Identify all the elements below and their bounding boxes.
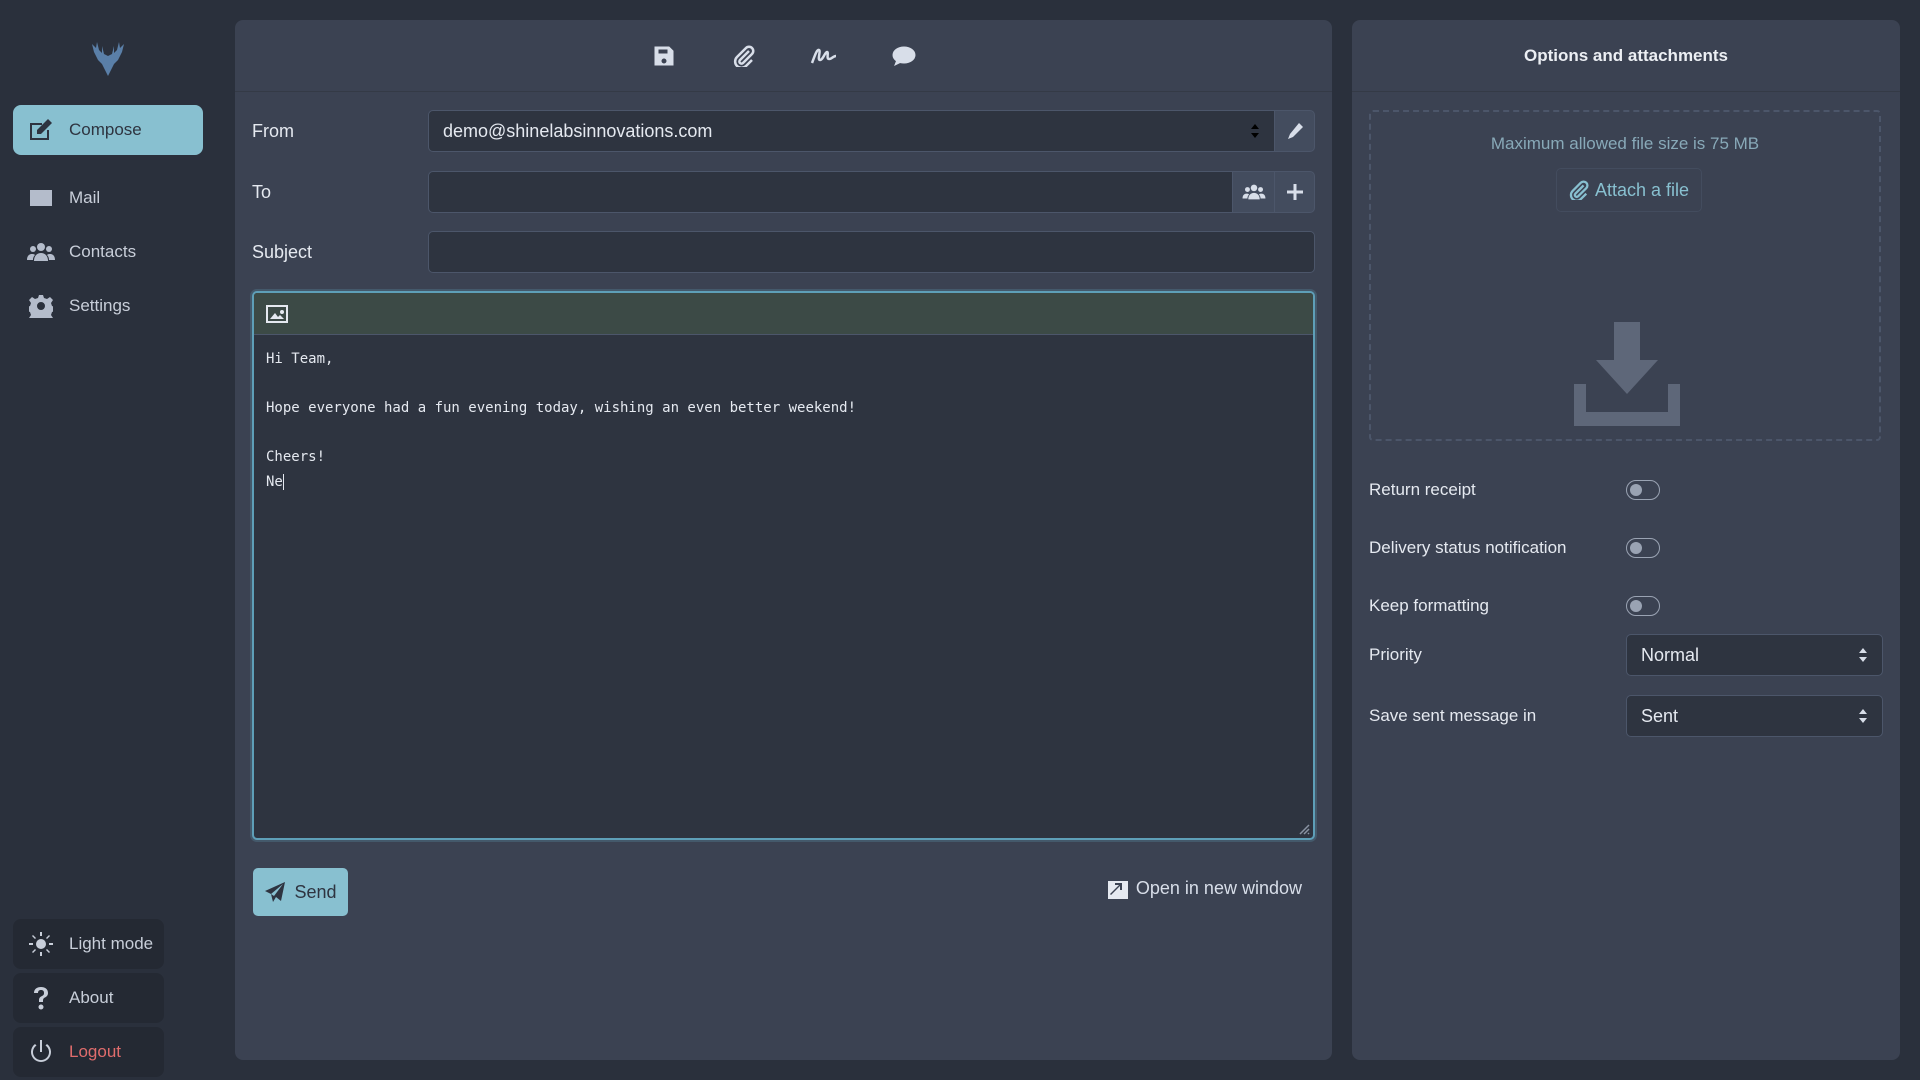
about-label: About	[69, 988, 114, 1007]
compose-toolbar	[235, 20, 1332, 92]
deer-head-icon[interactable]	[88, 38, 128, 78]
to-label: To	[252, 181, 272, 202]
users-icon	[1242, 184, 1265, 200]
attach-file-button[interactable]: Attach a file	[1556, 168, 1702, 212]
resize-handle-icon[interactable]	[1296, 821, 1310, 835]
keep-formatting-toggle[interactable]	[1626, 596, 1660, 616]
light-mode-label: Light mode	[69, 934, 154, 953]
options-title: Options and attachments	[1352, 20, 1900, 92]
save-sent-value: Sent	[1641, 705, 1679, 726]
paperclip-icon[interactable]	[729, 41, 759, 71]
to-row: To	[252, 171, 1315, 213]
app-root: Compose Mail Contacts Settings Light mod…	[0, 0, 1920, 1080]
max-file-size-text: Maximum allowed file size is 75 MB	[1490, 134, 1760, 153]
sidebar-item-label: Contacts	[69, 242, 137, 261]
sidebar-item-mail[interactable]: Mail	[13, 173, 203, 223]
logout-button[interactable]: Logout	[13, 1027, 164, 1077]
message-text: Hi Team, Hope everyone had a fun evening…	[266, 351, 857, 490]
from-select[interactable]: demo@shinelabsinnovations.com	[428, 110, 1275, 152]
from-row: From demo@shinelabsinnovations.com	[252, 110, 1315, 152]
editor-toolbar	[254, 293, 1313, 335]
sort-arrows-icon	[1251, 124, 1259, 138]
edit-identity-button[interactable]	[1275, 110, 1315, 152]
power-icon	[27, 1040, 55, 1064]
sun-icon	[27, 932, 55, 956]
from-value: demo@shinelabsinnovations.com	[443, 120, 713, 141]
comment-icon[interactable]	[889, 41, 919, 71]
signature-icon[interactable]	[809, 41, 839, 71]
priority-row: Priority Normal	[1369, 634, 1883, 676]
subject-input[interactable]	[428, 231, 1315, 273]
about-button[interactable]: About	[13, 973, 164, 1023]
return-receipt-label: Return receipt	[1369, 480, 1476, 499]
options-panel: Options and attachments Maximum allowed …	[1352, 20, 1900, 1060]
pencil-icon	[1287, 123, 1303, 139]
delivery-status-label: Delivery status notification	[1369, 538, 1567, 557]
open-in-new-window-link[interactable]: Open in new window	[1107, 878, 1302, 899]
subject-label: Subject	[252, 241, 313, 262]
light-mode-button[interactable]: Light mode	[13, 919, 164, 969]
subject-row: Subject	[252, 231, 1315, 273]
gear-icon	[27, 294, 55, 318]
sidebar-item-settings[interactable]: Settings	[13, 281, 203, 331]
priority-label: Priority	[1369, 645, 1422, 664]
delivery-status-row: Delivery status notification	[1369, 538, 1883, 558]
external-link-icon	[1107, 880, 1128, 899]
message-body[interactable]: Hi Team, Hope everyone had a fun evening…	[254, 335, 1313, 506]
return-receipt-row: Return receipt	[1369, 480, 1883, 500]
save-sent-label: Save sent message in	[1369, 706, 1537, 725]
envelope-icon	[27, 186, 55, 210]
delivery-status-toggle[interactable]	[1626, 538, 1660, 558]
message-editor[interactable]: Hi Team, Hope everyone had a fun evening…	[252, 291, 1315, 840]
return-receipt-toggle[interactable]	[1626, 480, 1660, 500]
sidebar-item-label: Mail	[69, 188, 101, 207]
open-in-new-window-label: Open in new window	[1135, 878, 1302, 898]
send-label: Send	[294, 881, 337, 902]
sort-arrows-icon	[1859, 709, 1867, 723]
paperclip-icon	[1569, 180, 1589, 200]
plus-icon	[1286, 184, 1303, 200]
to-input[interactable]	[428, 171, 1233, 213]
image-icon[interactable]	[266, 304, 288, 323]
logout-label: Logout	[69, 1042, 121, 1061]
users-icon	[27, 240, 55, 264]
keep-formatting-row: Keep formatting	[1369, 596, 1883, 616]
keep-formatting-label: Keep formatting	[1369, 596, 1490, 615]
priority-value: Normal	[1641, 644, 1700, 665]
from-label: From	[252, 120, 294, 141]
text-caret	[282, 473, 284, 490]
sidebar: Compose Mail Contacts Settings Light mod…	[0, 0, 220, 1080]
sidebar-item-label: Settings	[69, 296, 131, 315]
download-icon	[1574, 322, 1680, 431]
sidebar-item-label: Compose	[69, 120, 142, 139]
compose-icon	[27, 118, 55, 142]
paper-plane-icon	[265, 882, 286, 902]
priority-select[interactable]: Normal	[1626, 634, 1883, 676]
send-button[interactable]: Send	[253, 868, 348, 916]
sidebar-item-compose[interactable]: Compose	[13, 105, 203, 155]
compose-panel: From demo@shinelabsinnovations.com To Su…	[235, 20, 1332, 1060]
question-icon	[27, 986, 55, 1010]
attach-file-label: Attach a file	[1594, 179, 1690, 200]
add-recipient-button[interactable]	[1275, 171, 1315, 213]
save-icon[interactable]	[649, 41, 679, 71]
sort-arrows-icon	[1859, 648, 1867, 662]
sidebar-item-contacts[interactable]: Contacts	[13, 227, 203, 277]
address-book-button[interactable]	[1233, 171, 1275, 213]
file-dropzone[interactable]: Maximum allowed file size is 75 MB Attac…	[1369, 110, 1881, 441]
save-sent-row: Save sent message in Sent	[1369, 695, 1883, 737]
save-sent-select[interactable]: Sent	[1626, 695, 1883, 737]
